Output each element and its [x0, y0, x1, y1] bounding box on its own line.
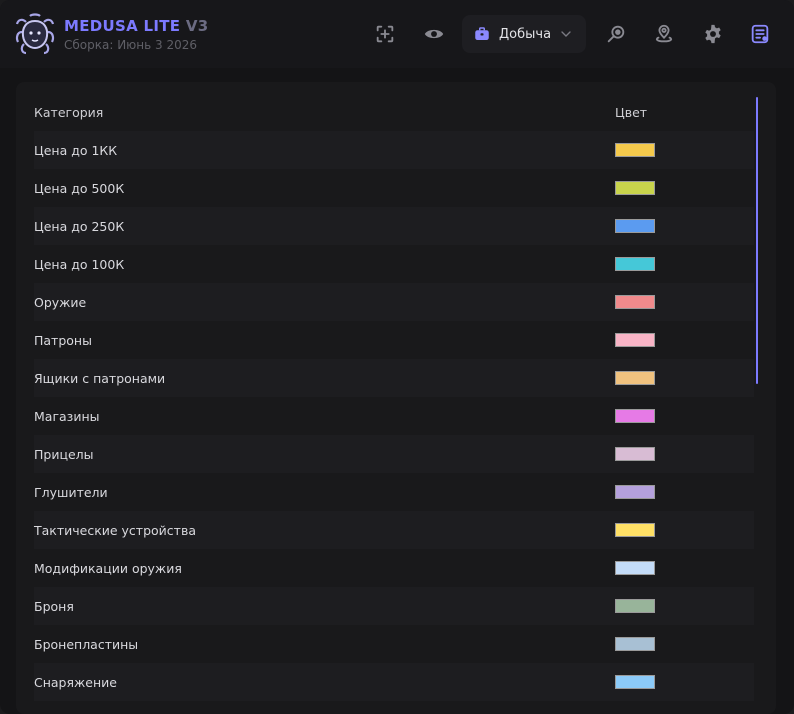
category-label: Ящики с патронами — [34, 370, 166, 386]
category-label: Модификации оружия — [34, 560, 182, 576]
table-row[interactable]: Броня — [34, 587, 754, 625]
briefcase-icon — [475, 27, 489, 40]
table-row[interactable]: Патроны — [34, 321, 754, 359]
color-cell — [615, 333, 754, 347]
color-swatch[interactable] — [615, 447, 655, 461]
color-cell — [615, 523, 754, 537]
table-header: Категория Цвет — [34, 93, 754, 131]
header-category: Категория — [34, 104, 104, 120]
build-info: Сборка: Июнь 3 2026 — [64, 38, 197, 52]
table-row[interactable]: Бронепластины — [34, 625, 754, 663]
color-swatch[interactable] — [615, 295, 655, 309]
app-window: MEDUSA LITE V3 Сборка: Июнь 3 2026 Добыч… — [0, 0, 794, 714]
loot-dropdown[interactable]: Добыча — [462, 15, 586, 53]
category-label: Патроны — [34, 332, 92, 348]
table-row[interactable]: Модификации оружия — [34, 549, 754, 587]
category-label: Тактические устройства — [34, 522, 196, 538]
radar-search-icon[interactable] — [602, 20, 630, 48]
app-name: MEDUSA LITE — [64, 17, 181, 35]
notes-icon[interactable] — [746, 20, 774, 48]
category-label: Глушители — [34, 484, 108, 500]
category-label: Прицелы — [34, 446, 94, 462]
color-swatch[interactable] — [615, 257, 655, 271]
eye-icon[interactable] — [420, 20, 448, 48]
brand-block: MEDUSA LITE V3 Сборка: Июнь 3 2026 — [64, 16, 209, 53]
header-color: Цвет — [615, 104, 648, 120]
color-swatch[interactable] — [615, 523, 655, 537]
color-swatch[interactable] — [615, 143, 655, 157]
category-label: Снаряжение — [34, 674, 117, 690]
crosshair-add-icon[interactable] — [371, 20, 399, 48]
dropdown-label: Добыча — [499, 26, 552, 42]
table-body: Цена до 1КК Цена до 500К Цена до 250К Цена … — [34, 131, 754, 701]
color-swatch[interactable] — [615, 637, 655, 651]
category-label: Магазины — [34, 408, 100, 424]
category-label: Цена до 1КК — [34, 142, 118, 158]
table-row[interactable]: Прицелы — [34, 435, 754, 473]
color-swatch[interactable] — [615, 599, 655, 613]
table-row[interactable]: Ящики с патронами — [34, 359, 754, 397]
color-swatch[interactable] — [615, 409, 655, 423]
category-label: Бронепластины — [34, 636, 139, 652]
color-swatch[interactable] — [615, 181, 655, 195]
category-label: Цена до 250К — [34, 218, 125, 234]
chevron-down-icon — [561, 31, 571, 37]
app-title: MEDUSA LITE V3 — [64, 16, 209, 36]
color-cell — [615, 447, 754, 461]
color-swatch[interactable] — [615, 485, 655, 499]
app-version: V3 — [185, 17, 209, 35]
color-cell — [615, 257, 754, 271]
table-row[interactable]: Снаряжение — [34, 663, 754, 701]
category-label: Цена до 500К — [34, 180, 125, 196]
category-label: Броня — [34, 598, 74, 614]
color-swatch[interactable] — [615, 561, 655, 575]
table-row[interactable]: Цена до 1КК — [34, 131, 754, 169]
table-row[interactable]: Тактические устройства — [34, 511, 754, 549]
medusa-logo-icon — [15, 13, 55, 55]
color-cell — [615, 485, 754, 499]
color-swatch[interactable] — [615, 333, 655, 347]
content-panel: Категория Цвет Цена до 1КК Цена до 500К Це… — [16, 82, 776, 714]
color-cell — [615, 409, 754, 423]
table-row[interactable]: Оружие — [34, 283, 754, 321]
table-row[interactable]: Магазины — [34, 397, 754, 435]
table-row[interactable]: Цена до 250К — [34, 207, 754, 245]
table-row[interactable]: Цена до 500К — [34, 169, 754, 207]
location-pin-icon[interactable] — [650, 20, 678, 48]
scrollbar[interactable] — [756, 97, 758, 384]
color-swatch[interactable] — [615, 219, 655, 233]
color-cell — [615, 371, 754, 385]
category-color-table: Категория Цвет Цена до 1КК Цена до 500К Це… — [34, 93, 754, 701]
color-cell — [615, 561, 754, 575]
color-cell — [615, 219, 754, 233]
category-label: Оружие — [34, 294, 87, 310]
color-cell — [615, 599, 754, 613]
color-cell — [615, 181, 754, 195]
color-cell — [615, 675, 754, 689]
color-swatch[interactable] — [615, 675, 655, 689]
category-label: Цена до 100К — [34, 256, 125, 272]
header-bar: MEDUSA LITE V3 Сборка: Июнь 3 2026 Добыч… — [0, 0, 794, 68]
color-cell — [615, 295, 754, 309]
gear-icon[interactable] — [699, 20, 727, 48]
color-cell — [615, 143, 754, 157]
color-cell — [615, 637, 754, 651]
table-row[interactable]: Глушители — [34, 473, 754, 511]
table-row[interactable]: Цена до 100К — [34, 245, 754, 283]
color-swatch[interactable] — [615, 371, 655, 385]
